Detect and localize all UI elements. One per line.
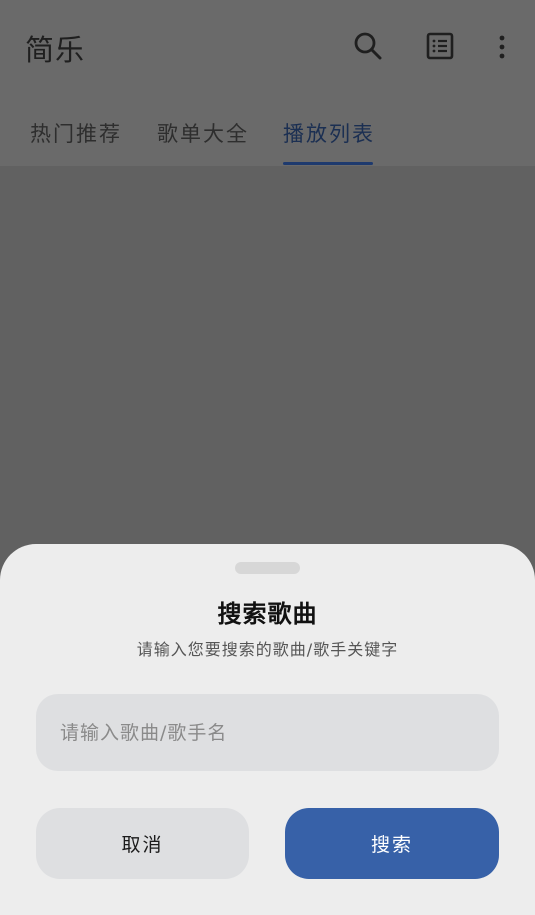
more-vert-icon[interactable] bbox=[484, 28, 520, 64]
sheet-title: 搜索歌曲 bbox=[217, 600, 318, 628]
list-icon[interactable] bbox=[422, 28, 458, 64]
active-tab-indicator bbox=[283, 162, 373, 165]
sheet-subtitle: 请输入您要搜索的歌曲/歌手关键字 bbox=[136, 640, 399, 659]
tab-play-queue[interactable]: 播放列表 bbox=[283, 118, 375, 148]
drag-handle[interactable] bbox=[235, 562, 300, 574]
search-icon[interactable] bbox=[350, 28, 386, 64]
search-input[interactable] bbox=[36, 694, 499, 771]
cancel-button[interactable]: 取消 bbox=[36, 808, 249, 879]
app-screen: 简乐 热门推荐 歌单大全 播放列表 搜索歌曲 请输入您要搜索的歌曲/歌手关键字 … bbox=[0, 0, 535, 915]
tab-playlists[interactable]: 歌单大全 bbox=[157, 118, 249, 148]
tab-bar: 热门推荐 歌单大全 播放列表 bbox=[0, 96, 535, 166]
tab-hot-recommend[interactable]: 热门推荐 bbox=[30, 118, 122, 148]
app-title: 简乐 bbox=[25, 33, 86, 67]
search-bottom-sheet: 搜索歌曲 请输入您要搜索的歌曲/歌手关键字 取消 搜索 bbox=[0, 544, 535, 915]
search-button[interactable]: 搜索 bbox=[285, 808, 499, 879]
app-bar: 简乐 bbox=[0, 0, 535, 96]
